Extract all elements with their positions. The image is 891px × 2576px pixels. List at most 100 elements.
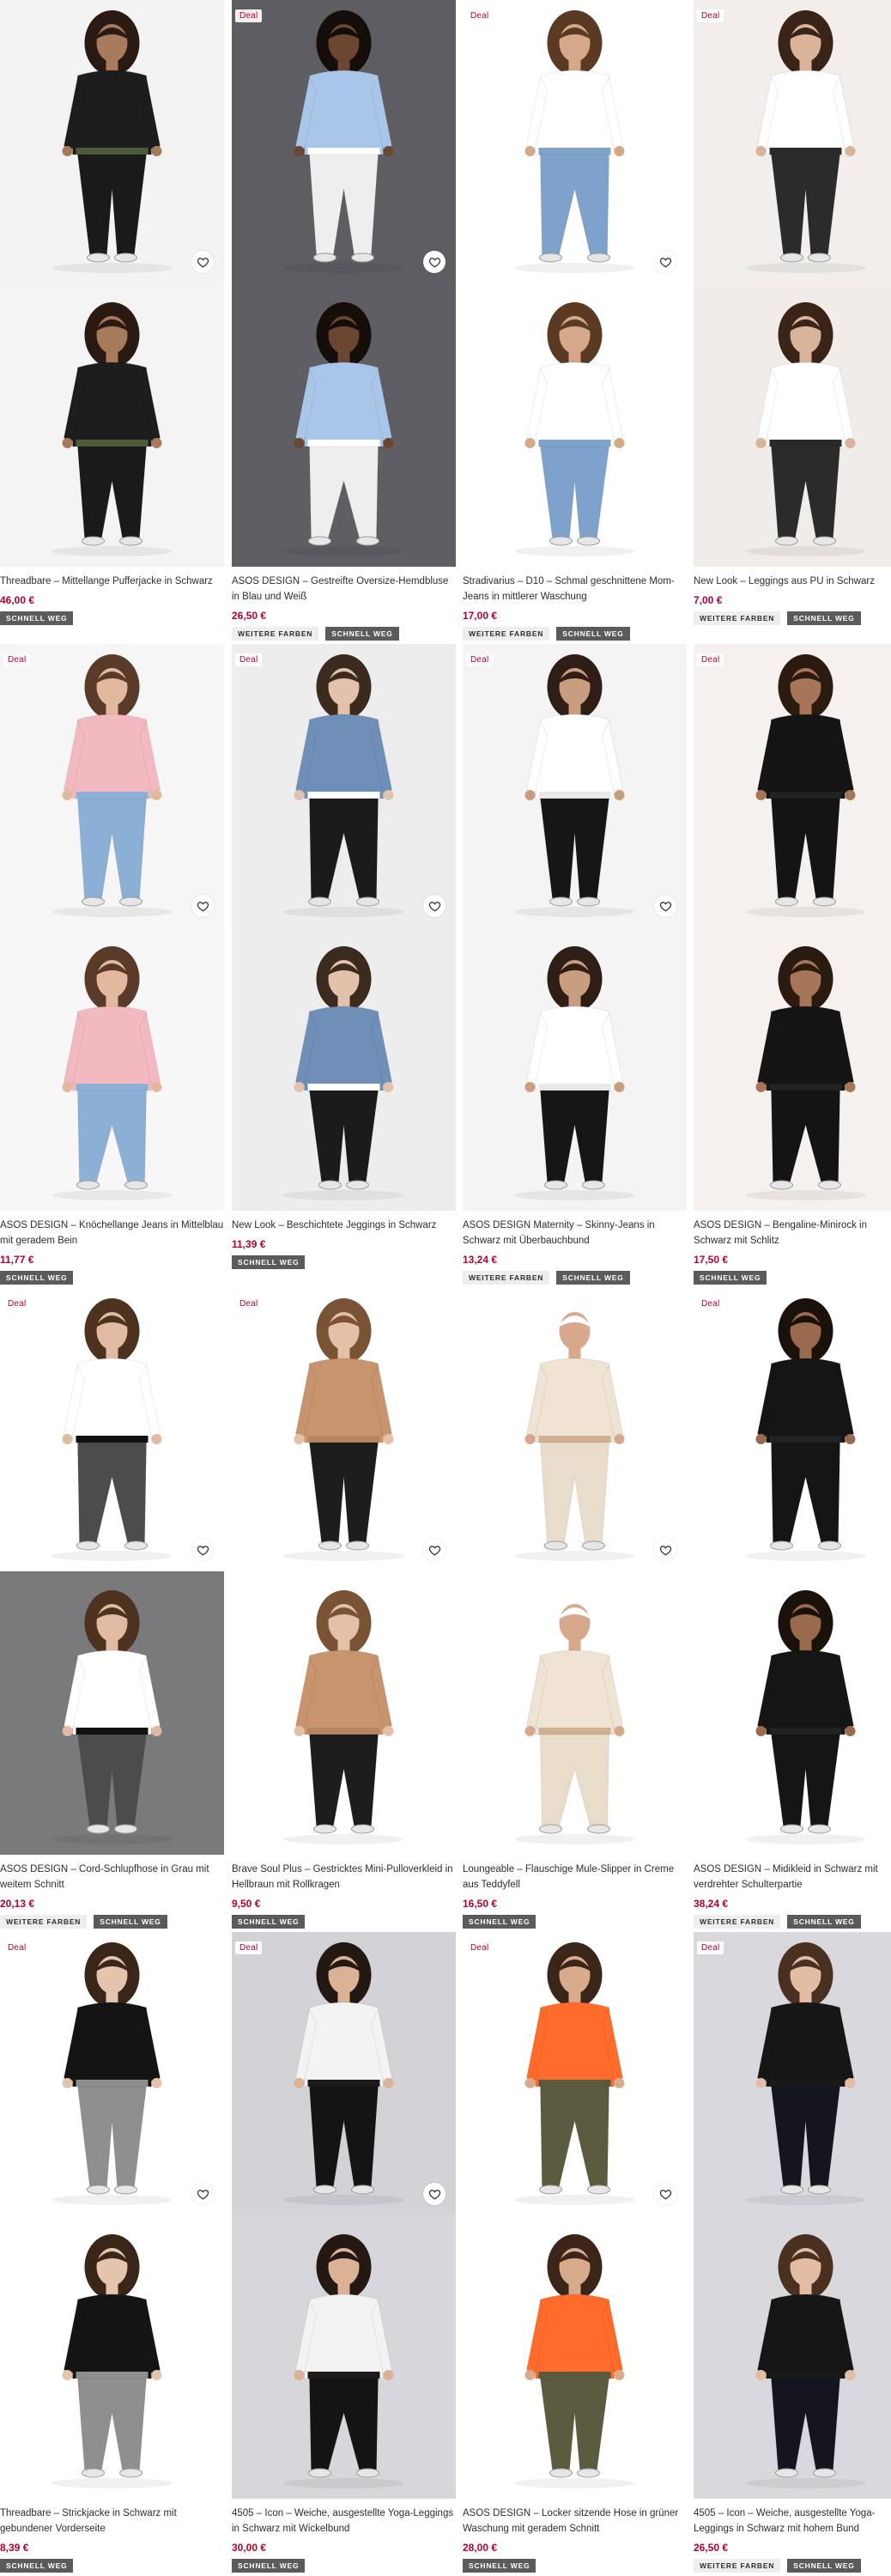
product-image-alternate[interactable] — [694, 2215, 891, 2499]
product-price: 11,39 € — [232, 1238, 266, 1250]
heart-outline-icon[interactable] — [423, 895, 446, 917]
product-image-alternate[interactable] — [463, 2215, 687, 2499]
product-title[interactable]: Threadbare – Mittellange Pufferjacke in … — [0, 574, 224, 589]
product-image-alternate[interactable] — [0, 1571, 224, 1855]
product-price: 7,00 € — [694, 594, 723, 606]
product-title[interactable]: ASOS DESIGN – Bengaline-Minirock in Schw… — [694, 1218, 891, 1249]
product-title[interactable]: Loungeable – Flauschige Mule-Slipper in … — [463, 1862, 687, 1893]
product-image[interactable]: Deal — [463, 1932, 687, 2215]
product-image[interactable]: Deal — [694, 0, 891, 283]
product-title[interactable]: 4505 – Icon – Weiche, ausgestellte Yoga-… — [694, 2506, 891, 2537]
product-card[interactable]: Deal Threadbare – Strickjacke in Schwarz … — [0, 1932, 224, 2573]
product-image-alternate[interactable] — [0, 283, 224, 567]
product-title[interactable]: Stradivarius – D10 – Schmal geschnittene… — [463, 574, 687, 605]
product-title[interactable]: 4505 – Icon – Weiche, ausgestellte Yoga-… — [232, 2506, 456, 2537]
product-image-alternate[interactable] — [694, 927, 891, 1211]
product-tags: SCHNELL WEG — [232, 1255, 456, 1269]
product-image[interactable]: Deal — [463, 644, 687, 927]
product-image-alternate[interactable] — [694, 1571, 891, 1855]
product-card[interactable]: Deal ASOS DESIGN – Cord-Schlupfhose in Gr… — [0, 1288, 224, 1929]
deal-badge: Deal — [697, 1941, 724, 1954]
product-title[interactable]: ASOS DESIGN – Locker sitzende Hose in gr… — [463, 2506, 687, 2537]
product-title[interactable]: New Look – Beschichtete Jeggings in Schw… — [232, 1218, 456, 1233]
heart-outline-icon[interactable] — [191, 895, 214, 917]
product-image-alternate[interactable] — [232, 1571, 456, 1855]
product-image-alternate[interactable] — [232, 927, 456, 1211]
heart-outline-icon[interactable] — [654, 251, 676, 273]
product-image-alternate[interactable] — [463, 927, 687, 1211]
product-title[interactable]: ASOS DESIGN – Gestreifte Oversize-Hemdbl… — [232, 574, 456, 605]
product-image[interactable]: Deal — [0, 1288, 224, 1571]
product-card[interactable]: Deal ASOS DESIGN – Gestreifte Oversize-He… — [232, 0, 456, 641]
deal-badge: Deal — [235, 1297, 263, 1310]
heart-outline-icon[interactable] — [423, 251, 446, 273]
heart-outline-icon[interactable] — [191, 2183, 214, 2205]
product-card[interactable]: Deal ASOS DESIGN – Midikleid in Schwarz m… — [694, 1288, 891, 1929]
product-title[interactable]: ASOS DESIGN Maternity – Skinny-Jeans in … — [463, 1218, 687, 1249]
product-tags: SCHNELL WEG — [463, 2559, 687, 2573]
product-price: 17,50 € — [694, 1254, 729, 1266]
product-image[interactable]: Deal — [0, 1932, 224, 2215]
product-image-alternate[interactable] — [232, 283, 456, 567]
product-title[interactable]: ASOS DESIGN – Cord-Schlupfhose in Grau m… — [0, 1862, 224, 1893]
product-image[interactable]: Deal — [232, 1288, 456, 1571]
product-image-alternate[interactable] — [463, 1571, 687, 1855]
product-card[interactable]: Deal New Look – Beschichtete Jeggings in … — [232, 644, 456, 1269]
product-card[interactable]: Deal Stradivarius – D10 – Schmal geschnit… — [463, 0, 687, 641]
product-tags: SCHNELL WEG — [694, 1271, 891, 1285]
selling-fast-badge: SCHNELL WEG — [232, 2559, 306, 2573]
more-colours-badge: WEITERE FARBEN — [232, 627, 319, 641]
product-tags: SCHNELL WEG — [0, 1271, 224, 1285]
product-title[interactable]: Threadbare – Strickjacke in Schwarz mit … — [0, 2506, 224, 2537]
product-price: 20,13 € — [0, 1898, 35, 1910]
product-title[interactable]: ASOS DESIGN – Knöchellange Jeans in Mitt… — [0, 1218, 224, 1249]
selling-fast-badge: SCHNELL WEG — [787, 611, 861, 625]
product-title[interactable]: Brave Soul Plus – Gestricktes Mini-Pullo… — [232, 1862, 456, 1893]
product-card[interactable]: Deal ASOS DESIGN – Locker sitzende Hose i… — [463, 1932, 687, 2573]
product-card[interactable]: Deal ASOS DESIGN – Knöchellange Jeans in … — [0, 644, 224, 1285]
heart-outline-icon[interactable] — [191, 251, 214, 273]
product-tags: WEITERE FARBEN SCHNELL WEG — [0, 1915, 224, 1929]
product-price: 8,39 € — [0, 2542, 29, 2554]
product-title[interactable]: New Look – Leggings aus PU in Schwarz — [694, 574, 891, 589]
more-colours-badge: WEITERE FARBEN — [0, 1915, 88, 1929]
product-image[interactable]: Deal — [694, 1932, 891, 2215]
product-image[interactable]: Deal — [232, 0, 456, 283]
product-card[interactable]: Deal 4505 – Icon – Weiche, ausgestellte Y… — [232, 1932, 456, 2573]
product-tags: WEITERE FARBEN SCHNELL WEG — [232, 627, 456, 641]
deal-badge: Deal — [697, 653, 724, 666]
product-price: 17,00 € — [463, 610, 498, 622]
product-image-alternate[interactable] — [0, 2215, 224, 2499]
selling-fast-badge: SCHNELL WEG — [556, 627, 630, 641]
heart-outline-icon[interactable] — [654, 895, 676, 917]
product-image[interactable]: Deal — [0, 644, 224, 927]
selling-fast-badge: SCHNELL WEG — [556, 1271, 630, 1285]
product-image-alternate[interactable] — [232, 2215, 456, 2499]
product-image-alternate[interactable] — [463, 283, 687, 567]
product-image[interactable] — [463, 1288, 687, 1571]
product-card[interactable]: Loungeable – Flauschige Mule-Slipper in … — [463, 1288, 687, 1929]
product-card[interactable]: Deal ASOS DESIGN Maternity – Skinny-Jeans… — [463, 644, 687, 1285]
heart-outline-icon[interactable] — [654, 2183, 676, 2205]
product-card[interactable]: Deal New Look – Leggings aus PU in Schwar… — [694, 0, 891, 625]
product-image[interactable]: Deal — [694, 1288, 891, 1571]
product-image[interactable]: Deal — [694, 644, 891, 927]
heart-outline-icon[interactable] — [423, 2183, 446, 2205]
product-title[interactable]: ASOS DESIGN – Midikleid in Schwarz mit v… — [694, 1862, 891, 1893]
heart-outline-icon[interactable] — [423, 1539, 446, 1561]
product-image[interactable] — [0, 0, 224, 283]
product-tags: SCHNELL WEG — [0, 611, 224, 625]
product-card[interactable]: Threadbare – Mittellange Pufferjacke in … — [0, 0, 224, 625]
heart-outline-icon[interactable] — [654, 1539, 676, 1561]
product-image[interactable]: Deal — [232, 1932, 456, 2215]
product-card[interactable]: Deal Brave Soul Plus – Gestricktes Mini-P… — [232, 1288, 456, 1929]
product-price: 11,77 € — [0, 1254, 34, 1266]
product-card[interactable]: Deal 4505 – Icon – Weiche, ausgestellte Y… — [694, 1932, 891, 2573]
product-image[interactable]: Deal — [232, 644, 456, 927]
product-price: 13,24 € — [463, 1254, 498, 1266]
heart-outline-icon[interactable] — [191, 1539, 214, 1561]
product-image[interactable]: Deal — [463, 0, 687, 283]
product-image-alternate[interactable] — [0, 927, 224, 1211]
product-card[interactable]: Deal ASOS DESIGN – Bengaline-Minirock in … — [694, 644, 891, 1285]
product-image-alternate[interactable] — [694, 283, 891, 567]
